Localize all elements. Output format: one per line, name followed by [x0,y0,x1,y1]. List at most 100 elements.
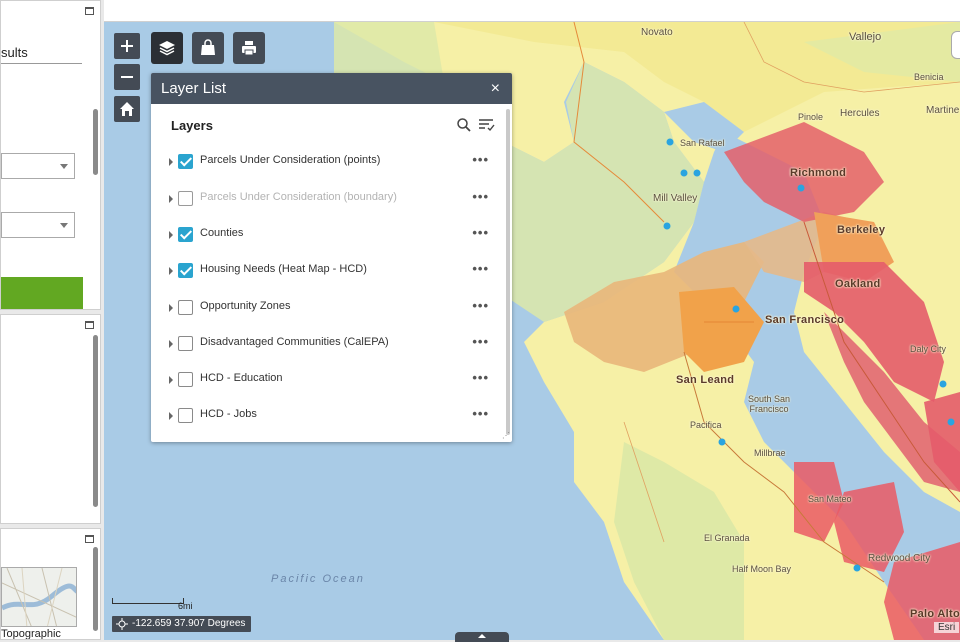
crosshair-icon [116,618,128,630]
map-corner-widget[interactable] [951,31,960,59]
printer-icon [242,41,256,56]
filter-list-icon[interactable] [478,117,496,133]
expand-caret-icon[interactable] [169,267,173,275]
zoom-in-button[interactable] [114,33,140,59]
resize-grip-icon[interactable]: ⋰ [502,431,510,440]
more-options-icon[interactable]: ••• [472,262,489,275]
layer-row[interactable]: HCD - Jobs ••• [169,407,489,427]
place-label: Half Moon Bay [732,564,792,574]
maximize-icon[interactable] [85,535,94,543]
place-label: Berkeley [837,224,886,236]
expand-caret-icon[interactable] [169,195,173,203]
more-options-icon[interactable]: ••• [472,190,489,203]
layer-label: Disadvantaged Communities (CalEPA) [200,336,389,348]
home-button[interactable] [114,96,140,122]
maximize-icon[interactable] [85,321,94,329]
search-icon[interactable] [457,118,471,132]
expand-caret-icon[interactable] [169,376,173,384]
layer-visibility-checkbox[interactable] [178,154,193,169]
more-options-icon[interactable]: ••• [472,371,489,384]
layer-row[interactable]: Housing Needs (Heat Map - HCD) ••• [169,262,489,282]
layer-visibility-checkbox[interactable] [178,372,193,387]
place-label: Redwood City [868,553,931,564]
layer-list-panel: Layer List × Layers Parcels Under Consid… [151,73,512,442]
attribute-table-toggle[interactable] [455,632,509,642]
scale-bar [112,598,184,604]
layer-label: Housing Needs (Heat Map - HCD) [200,263,367,275]
place-label: San Leand [676,374,735,386]
layer-visibility-checkbox[interactable] [178,227,193,242]
expand-caret-icon[interactable] [169,412,173,420]
layer-row[interactable]: Disadvantaged Communities (CalEPA) ••• [169,335,489,355]
chevron-down-icon [60,223,68,228]
place-label: Benicia [914,72,944,82]
expand-caret-icon[interactable] [169,340,173,348]
coordinate-readout[interactable]: -122.659 37.907 Degrees [112,616,252,632]
layer-visibility-checkbox[interactable] [178,263,193,278]
place-label: Novato [641,27,673,38]
header-bar [104,0,960,22]
basemap-gallery-button[interactable] [192,32,224,64]
submit-button[interactable] [1,277,83,309]
expand-caret-icon[interactable] [169,158,173,166]
place-label: Hercules [840,108,880,119]
expand-caret-icon[interactable] [169,231,173,239]
layer-label: HCD - Jobs [200,408,257,420]
layer-label: Parcels Under Consideration (boundary) [200,191,397,203]
coordinate-text: -122.659 37.907 Degrees [132,618,246,629]
tab-underline [1,63,82,64]
panel-scrollbar[interactable] [93,335,98,507]
layer-visibility-checkbox[interactable] [178,408,193,423]
results-panel: sults [0,0,101,310]
place-label: Richmond [790,167,847,179]
layer-row[interactable]: Parcels Under Consideration (points) ••• [169,153,489,173]
layers-heading: Layers [171,118,213,133]
expand-caret-icon[interactable] [169,304,173,312]
layer-row[interactable]: Opportunity Zones ••• [169,299,489,319]
place-label: Millbrae [754,448,786,458]
place-label: Vallejo [849,31,882,43]
basemap-thumbnail[interactable] [1,567,77,627]
layer-label: Opportunity Zones [200,300,291,312]
chevron-down-icon [60,164,68,169]
layer-list-scrollbar[interactable] [506,109,510,435]
panel-scrollbar[interactable] [93,547,98,631]
place-label: Pinole [798,112,824,122]
select-dropdown-1[interactable] [1,153,75,179]
more-options-icon[interactable]: ••• [472,407,489,420]
zoom-out-button[interactable] [114,64,140,90]
more-options-icon[interactable]: ••• [472,226,489,239]
layer-row[interactable]: HCD - Education ••• [169,371,489,391]
layer-label: Parcels Under Consideration (points) [200,154,381,166]
place-label: Martine [926,105,960,116]
layer-list-title: Layer List [161,80,227,97]
layer-visibility-checkbox[interactable] [178,300,193,315]
place-label: Palo Alto [910,608,960,620]
place-label: San Rafael [680,138,725,148]
more-options-icon[interactable]: ••• [472,335,489,348]
close-icon[interactable]: × [491,73,500,104]
more-options-icon[interactable]: ••• [472,299,489,312]
attribution-text[interactable]: Esri [934,622,960,633]
place-label: Oakland [835,278,881,290]
plus-icon [121,40,133,52]
layer-row[interactable]: Parcels Under Consideration (boundary) ••… [169,190,489,210]
place-label: Pacifica [690,420,722,430]
scale-label: 6mi [178,601,193,611]
place-label: Daly City [910,344,947,354]
more-options-icon[interactable]: ••• [472,153,489,166]
place-label: San Mateo [808,494,852,504]
basemap-panel: Topographic [0,528,101,640]
maximize-icon[interactable] [85,7,94,15]
ocean-label: Pacific Ocean [271,573,365,585]
results-tab-label[interactable]: sults [1,45,28,60]
print-button[interactable] [233,32,265,64]
layer-row[interactable]: Counties ••• [169,226,489,246]
layer-label: HCD - Education [200,372,283,384]
layer-visibility-checkbox[interactable] [178,336,193,351]
layer-visibility-checkbox[interactable] [178,191,193,206]
layer-list-button[interactable] [151,32,183,64]
minus-icon [121,76,133,78]
panel-scrollbar[interactable] [93,109,98,175]
select-dropdown-2[interactable] [1,212,75,238]
